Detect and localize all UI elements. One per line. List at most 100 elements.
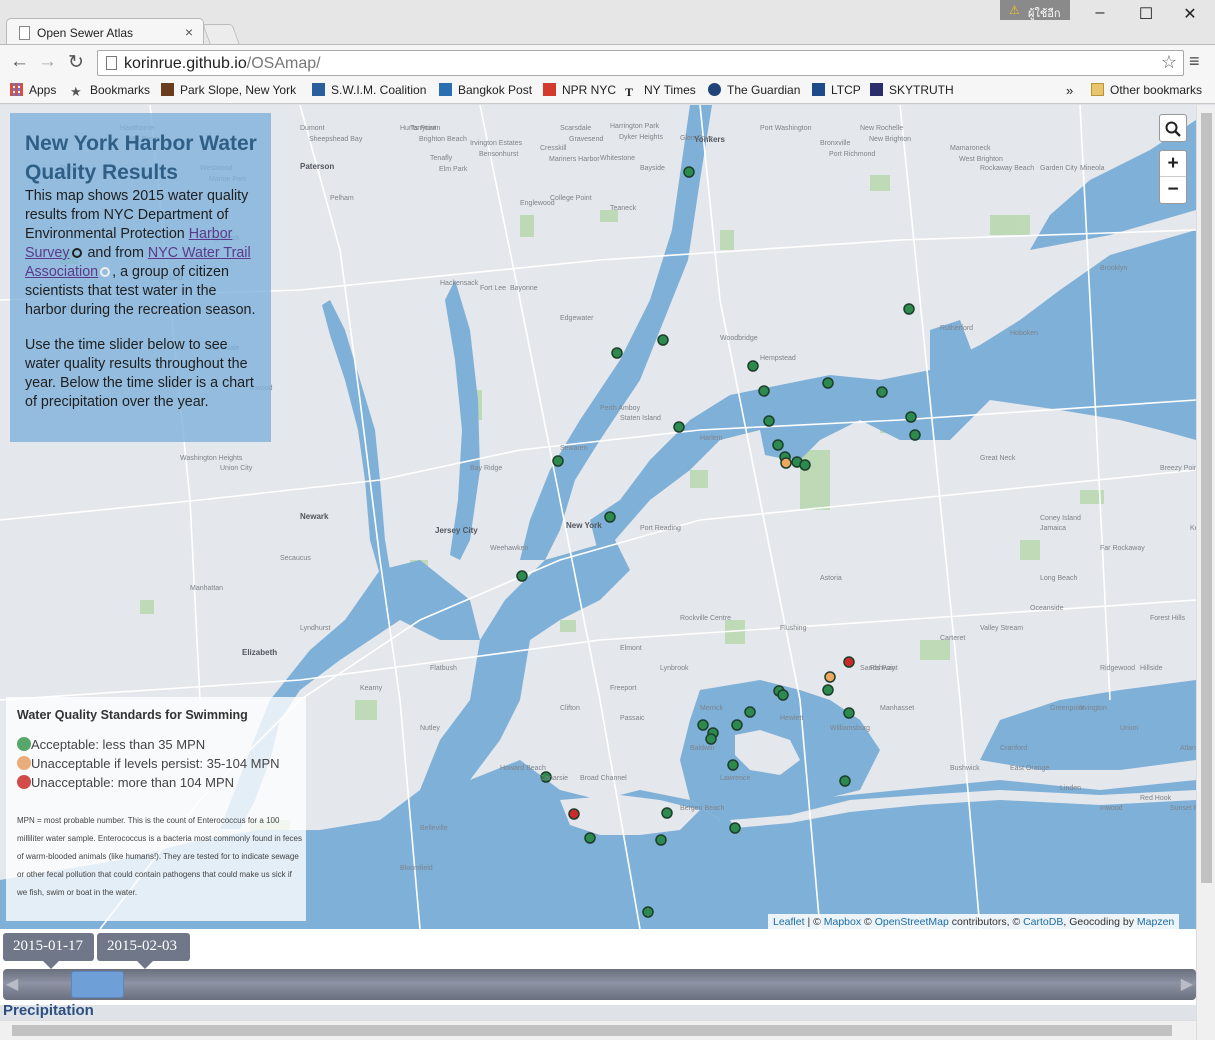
map-label: Dyker Heights	[619, 134, 663, 141]
sample-site-acceptable[interactable]	[747, 360, 759, 372]
sample-site-acceptable[interactable]	[673, 421, 685, 433]
map-label: Gravesend	[569, 136, 604, 143]
sample-site-unacceptable[interactable]	[568, 808, 580, 820]
zoom-out-button[interactable]: −	[1160, 177, 1186, 203]
sample-site-acceptable[interactable]	[642, 906, 654, 918]
slider-left-arrow-icon[interactable]: ◀	[6, 974, 18, 994]
bookmark-swim[interactable]: S.W.I.M. Coalition	[312, 83, 426, 97]
url-path: /OSAmap/	[246, 55, 321, 72]
close-window-icon[interactable]: ✕	[1170, 4, 1210, 26]
slider-right-arrow-icon[interactable]: ▶	[1181, 974, 1193, 994]
precipitation-title: Precipitation	[3, 1002, 94, 1019]
zoom-in-button[interactable]: +	[1160, 151, 1186, 177]
sample-site-acceptable[interactable]	[705, 733, 717, 745]
mapbox-link[interactable]: Mapbox	[824, 916, 861, 928]
sample-site-unacceptable[interactable]	[843, 656, 855, 668]
sample-site-unacceptable-if-persist[interactable]	[824, 671, 836, 683]
sample-site-acceptable[interactable]	[903, 303, 915, 315]
horizontal-scrollbar[interactable]	[0, 1020, 1196, 1040]
site-favicon-icon	[812, 83, 825, 96]
page-info-icon[interactable]	[106, 56, 117, 70]
map-label: Cresskill	[540, 145, 567, 152]
map-label: Greenpoint	[1050, 705, 1085, 712]
sample-site-acceptable[interactable]	[758, 385, 770, 397]
sample-site-acceptable[interactable]	[799, 459, 811, 471]
bookmarks-overflow-icon[interactable]: »	[1066, 83, 1073, 98]
close-tab-icon[interactable]: ×	[185, 24, 193, 40]
sample-site-acceptable[interactable]	[697, 719, 709, 731]
orange-dot-icon	[17, 756, 31, 770]
sample-site-acceptable[interactable]	[839, 775, 851, 787]
legend-item-unacceptable: Unacceptable: more than 104 MPN	[17, 775, 306, 794]
sample-site-acceptable[interactable]	[876, 386, 888, 398]
bookmark-the-guardian[interactable]: The Guardian	[708, 83, 800, 97]
sample-site-acceptable[interactable]	[655, 834, 667, 846]
sample-site-acceptable[interactable]	[661, 807, 673, 819]
sample-site-acceptable[interactable]	[763, 415, 775, 427]
map-label: Passaic	[620, 715, 645, 722]
bookmark-ltcp[interactable]: LTCP	[812, 83, 861, 97]
time-slider-handle[interactable]	[71, 971, 124, 998]
bookmark-other[interactable]: Other bookmarks	[1091, 83, 1202, 97]
maximize-icon[interactable]: ☐	[1126, 4, 1166, 26]
forward-icon[interactable]: →	[38, 51, 57, 73]
map-search-button[interactable]	[1159, 114, 1187, 142]
map-label: Bayonne	[510, 285, 538, 292]
bookmark-star-icon[interactable]: ☆	[1161, 52, 1177, 73]
bookmark-bangkok-post[interactable]: Bangkok Post	[439, 83, 532, 97]
sample-site-acceptable[interactable]	[727, 759, 739, 771]
sample-site-acceptable[interactable]	[772, 439, 784, 451]
sample-site-acceptable[interactable]	[909, 429, 921, 441]
bookmark-ny-times[interactable]: T NY Times	[625, 83, 696, 99]
bookmark-npr-nyc[interactable]: NPR NYC	[543, 83, 616, 97]
cartodb-link[interactable]: CartoDB	[1023, 916, 1063, 928]
sample-site-acceptable[interactable]	[584, 832, 596, 844]
sample-site-acceptable[interactable]	[731, 719, 743, 731]
map-label: Nutley	[420, 725, 440, 732]
map-label: Canarsie	[540, 775, 569, 782]
sample-site-acceptable[interactable]	[822, 377, 834, 389]
map-label: Ridgewood	[1100, 665, 1136, 672]
time-slider-track[interactable]: ◀ ▶	[3, 969, 1196, 1000]
map-label: Dumont	[300, 125, 325, 132]
mapzen-link[interactable]: Mapzen	[1137, 916, 1174, 928]
bookmark-park-slope[interactable]: Park Slope, New York	[161, 83, 296, 97]
reload-icon[interactable]: ↻	[68, 51, 84, 74]
sample-site-acceptable[interactable]	[843, 707, 855, 719]
sample-site-acceptable[interactable]	[552, 455, 564, 467]
sample-site-acceptable[interactable]	[657, 334, 669, 346]
address-bar[interactable]: korinrue.github.io/OSAmap/ ☆	[97, 50, 1184, 76]
osm-link[interactable]: OpenStreetMap	[875, 916, 949, 928]
map-label: Flatbush	[430, 665, 457, 672]
new-tab-button[interactable]	[202, 24, 240, 44]
map-label: Sunset Park	[1170, 805, 1196, 812]
leaflet-link[interactable]: Leaflet	[773, 916, 805, 928]
minimize-icon[interactable]: –	[1080, 4, 1120, 26]
map-label: Port Richmond	[829, 151, 876, 158]
bookmark-apps[interactable]: Apps	[10, 83, 56, 97]
sample-site-acceptable[interactable]	[905, 411, 917, 423]
sample-site-acceptable[interactable]	[683, 166, 695, 178]
bookmark-bookmarks[interactable]: ★ Bookmarks	[70, 83, 150, 99]
map-label: Cranford	[1000, 745, 1028, 752]
browser-tab[interactable]: Open Sewer Atlas ×	[6, 18, 204, 45]
user-badge[interactable]: ⚠ ผู้ใช้อีก	[1000, 0, 1070, 20]
sample-site-acceptable[interactable]	[611, 347, 623, 359]
map-label: Rockville Centre	[680, 615, 731, 622]
sample-site-unacceptable-if-persist[interactable]	[780, 457, 792, 469]
sample-site-acceptable[interactable]	[729, 822, 741, 834]
map-label: Edgewater	[560, 315, 594, 322]
back-icon[interactable]: ←	[10, 51, 29, 73]
vertical-scrollbar[interactable]	[1196, 105, 1215, 1040]
map-label: Rockaway Beach	[980, 165, 1035, 172]
bookmark-skytruth[interactable]: SKYTRUTH	[870, 83, 954, 97]
sample-site-acceptable[interactable]	[604, 511, 616, 523]
chrome-menu-icon[interactable]: ≡	[1189, 51, 1200, 72]
map-label: Mineola	[1080, 165, 1105, 172]
sample-site-acceptable[interactable]	[744, 706, 756, 718]
sample-site-acceptable[interactable]	[822, 684, 834, 696]
map-label: Valley Stream	[980, 625, 1024, 632]
sample-site-acceptable[interactable]	[516, 570, 528, 582]
sample-site-acceptable[interactable]	[777, 689, 789, 701]
map-label: Weehawken	[490, 545, 529, 552]
